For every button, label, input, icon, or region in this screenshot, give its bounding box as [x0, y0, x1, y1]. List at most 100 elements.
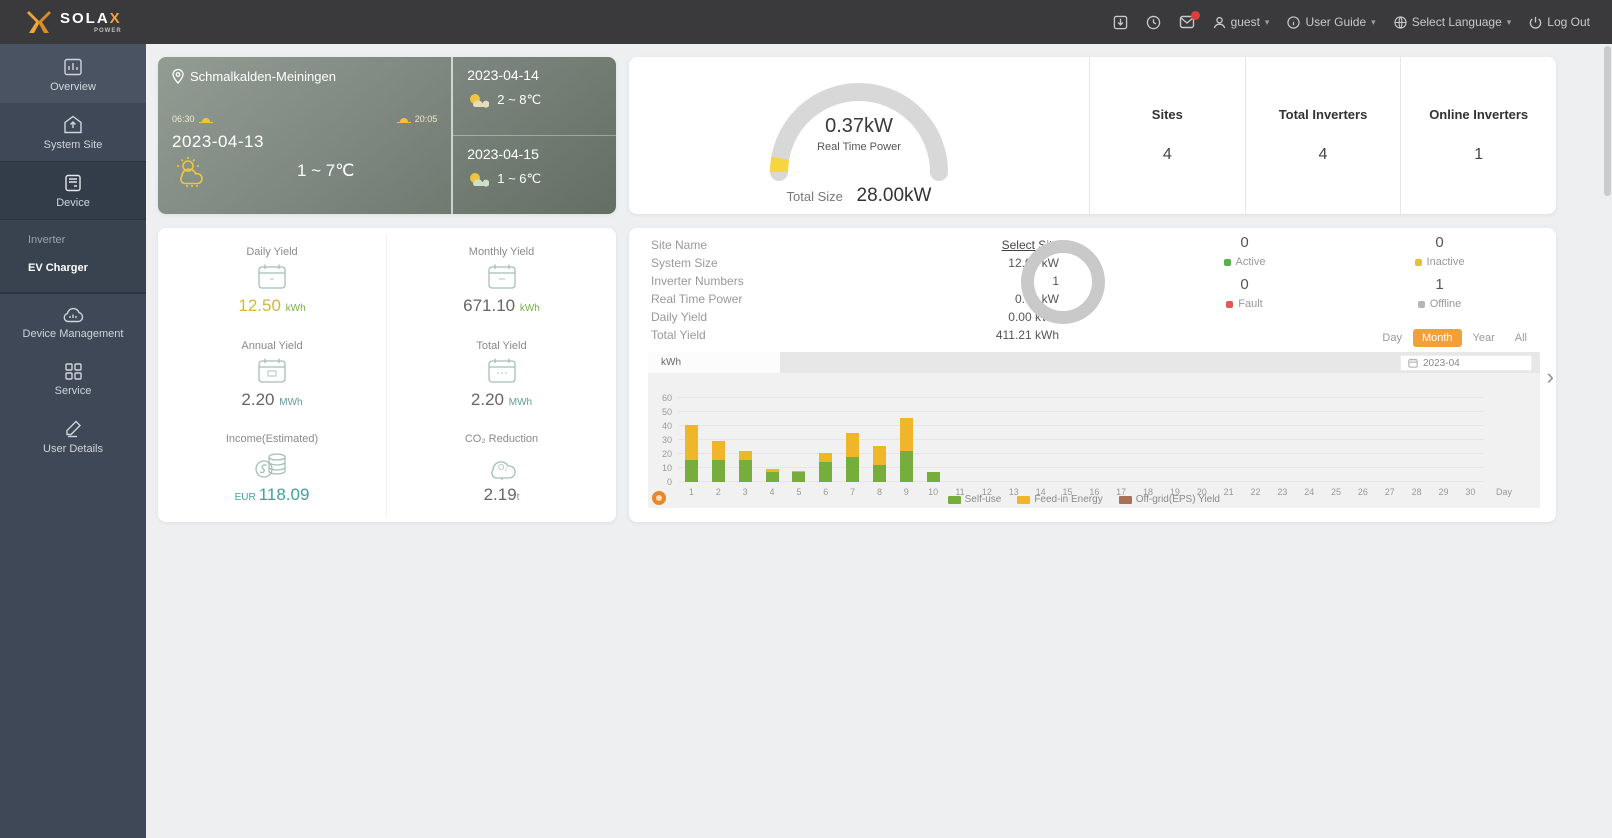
period-year-button[interactable]: Year — [1464, 329, 1504, 347]
logout-button[interactable]: Log Out — [1529, 15, 1590, 29]
globe-icon — [1394, 15, 1407, 29]
x-tick-label: 23 — [1277, 487, 1288, 497]
status-dot-fault — [1226, 300, 1234, 308]
power-icon — [1530, 16, 1542, 29]
x-tick-label: 3 — [742, 487, 748, 497]
sidebar-subitem-inverter[interactable]: Inverter — [0, 226, 146, 254]
legend-item[interactable]: Off-grid(EPS) Yield — [1118, 494, 1220, 505]
x-tick-label: 30 — [1465, 487, 1476, 497]
x-tick-label: 1 — [688, 487, 694, 497]
sidebar-item-service[interactable]: Service — [0, 350, 146, 407]
info-row-inverter-numbers: Inverter Numbers 1 — [651, 274, 1059, 288]
bar-segment — [738, 459, 752, 482]
stat-online-inverters: Online Inverters 1 — [1400, 57, 1556, 214]
bar-segment — [846, 433, 860, 457]
bar-segment — [899, 417, 913, 452]
download-icon[interactable] — [1113, 15, 1128, 30]
bar-segment — [684, 424, 698, 460]
legend-item[interactable]: Self-use — [947, 494, 1001, 505]
topbar-actions: guest ▾ User Guide ▾ Select Language ▾ L… — [1113, 11, 1590, 30]
sidebar-item-device[interactable]: Device — [0, 161, 146, 220]
info-row-total-yield: Total Yield 411.21 kWh — [651, 328, 1059, 342]
bar-slot — [732, 451, 759, 482]
chevron-down-icon: ▾ — [1264, 16, 1270, 27]
period-all-button[interactable]: All — [1506, 329, 1536, 347]
page-scrollbar[interactable] — [1604, 46, 1611, 196]
tile-income: Income(Estimated) EUR 118.09 — [158, 422, 387, 516]
sidebar-item-overview[interactable]: Overview — [0, 44, 146, 103]
y-tick-label: 40 — [661, 421, 672, 431]
chart-tab-kwh[interactable]: kWh — [648, 352, 780, 373]
sidebar-item-system-site[interactable]: System Site — [0, 103, 146, 161]
info-row-daily-yield: Daily Yield 0.00 kWh — [651, 310, 1059, 324]
weather-today: Schmalkalden-Meiningen 06:30 20:05 2023-… — [158, 57, 454, 214]
message-icon[interactable] — [1179, 11, 1200, 29]
chart-bars — [678, 398, 1484, 482]
user-guide-menu[interactable]: User Guide ▾ — [1287, 15, 1376, 29]
brand-logo[interactable]: SOLAX POWER — [26, 10, 122, 34]
y-tick-label: 10 — [661, 463, 672, 473]
solax-x-icon — [27, 11, 51, 33]
period-day-button[interactable]: Day — [1373, 329, 1411, 347]
weather-today-date: 2023-04-13 — [172, 132, 264, 151]
bar-segment — [738, 451, 752, 460]
tile-total-yield: Total Yield 2.20 MWh — [470, 340, 533, 409]
user-menu[interactable]: guest ▾ — [1213, 15, 1270, 29]
real-time-power-label: Real Time Power — [817, 141, 901, 153]
overview-icon — [64, 58, 82, 76]
sunset: 20:05 — [396, 114, 437, 124]
total-size-label: Total Size — [786, 189, 843, 204]
chevron-down-icon: ▾ — [1371, 16, 1376, 27]
inverter-status-donut — [1021, 240, 1105, 324]
bar-slot — [785, 470, 812, 482]
topbar: SOLAX POWER guest ▾ User Guide ▾ Select … — [0, 0, 1612, 44]
bar-slot — [812, 452, 839, 482]
sidebar-item-device-management[interactable]: Device Management — [0, 294, 146, 350]
x-tick-label: 8 — [876, 487, 882, 497]
x-tick-label: 27 — [1384, 487, 1395, 497]
bar-segment — [792, 472, 806, 482]
next-site-chevron-icon[interactable]: › — [1547, 366, 1554, 388]
language-menu[interactable]: Select Language ▾ — [1394, 15, 1512, 29]
sunrise: 06:30 — [172, 114, 213, 124]
x-tick-label: 6 — [823, 487, 829, 497]
location-pin-icon — [172, 69, 184, 84]
sidebar-item-user-details[interactable]: User Details — [0, 407, 146, 465]
chart-marker-icon[interactable] — [652, 491, 666, 505]
chart-date-picker[interactable]: 2023-04 — [1400, 355, 1532, 371]
stat-total-inverters: Total Inverters 4 — [1244, 57, 1401, 214]
weather-card: Schmalkalden-Meiningen 06:30 20:05 2023-… — [158, 57, 616, 214]
tile-daily-yield: Daily Yield 12.50 kWh — [158, 234, 387, 328]
user-details-icon — [65, 420, 81, 438]
notification-badge — [1190, 11, 1200, 20]
cloud-sun-icon — [470, 94, 490, 108]
bar-slot — [705, 441, 732, 482]
status-dot-inactive — [1414, 258, 1422, 266]
user-icon — [1213, 16, 1225, 28]
cloud-sun-icon — [470, 173, 490, 187]
period-month-button[interactable]: Month — [1412, 329, 1462, 347]
language-label: Select Language — [1411, 15, 1502, 29]
real-time-power-gauge: 0.37kW Real Time Power Total Size 28.00k… — [629, 57, 1089, 214]
brand-text: SOLAX POWER — [60, 9, 122, 34]
service-icon — [64, 363, 82, 380]
y-tick-label: 60 — [661, 393, 672, 403]
sunrise-icon — [198, 118, 213, 123]
x-tick-label: 5 — [796, 487, 802, 497]
legend-swatch — [1017, 495, 1031, 504]
status-inactive: 0 Inactive — [1342, 234, 1537, 268]
calendar-month-icon — [487, 264, 516, 289]
x-tick-label: 28 — [1411, 487, 1422, 497]
calendar-day-icon — [258, 264, 286, 289]
bar-slot — [759, 469, 786, 482]
x-tick-label: 26 — [1357, 487, 1368, 497]
chevron-down-icon: ▾ — [1506, 16, 1512, 27]
bar-segment — [819, 462, 833, 482]
sidebar-subitem-ev-charger[interactable]: EV Charger — [0, 254, 146, 282]
site-icon — [64, 115, 82, 134]
alarm-icon[interactable] — [1146, 15, 1161, 30]
bar-slot — [839, 433, 866, 482]
calendar-total-icon — [487, 358, 516, 383]
legend-item[interactable]: Feed-in Energy — [1017, 494, 1103, 505]
weather-forecast: 2023-04-14 2 ~ 8℃ 2023-04-15 1 ~ 6℃ — [453, 57, 616, 214]
